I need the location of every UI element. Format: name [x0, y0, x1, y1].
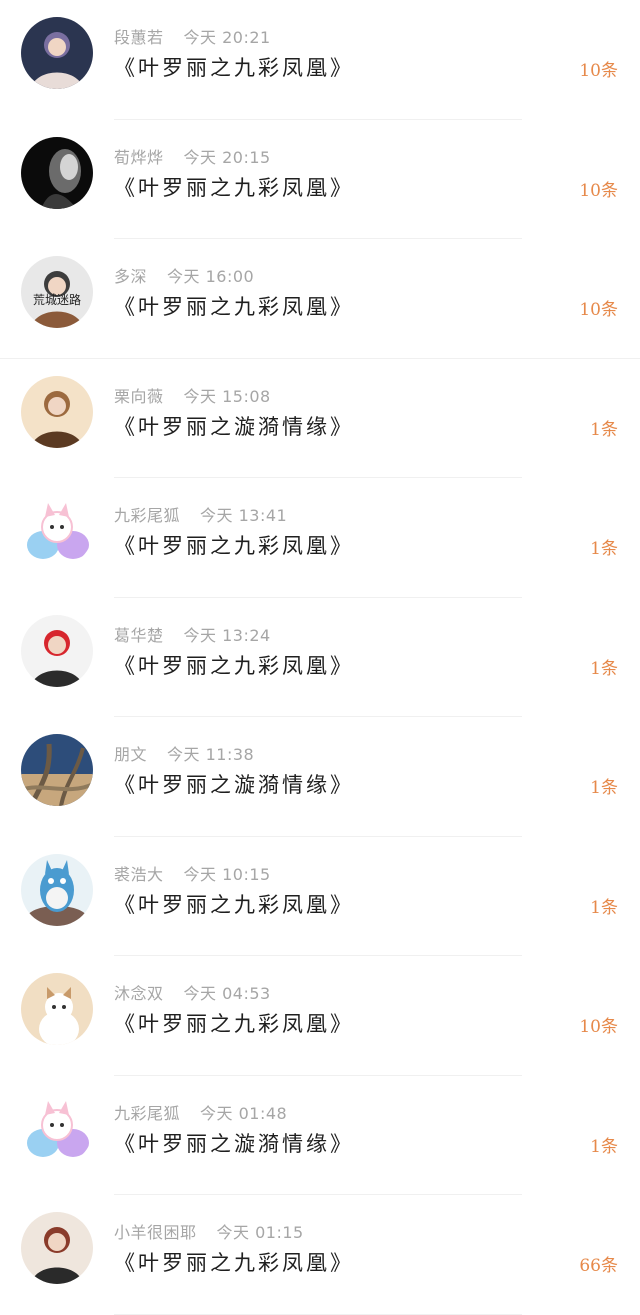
item-meta: 多深 今天 16:00	[114, 263, 254, 287]
list-item[interactable]: 段蕙若 今天 20:21 《叶罗丽之九彩凤凰》 10条	[0, 0, 640, 120]
message-count: 10条	[579, 180, 618, 201]
person-photo-avatar: 荒城迷路	[21, 256, 93, 328]
list-item[interactable]: 九彩尾狐 今天 01:48 《叶罗丽之漩漪情缘》 1条	[0, 1076, 640, 1195]
message-count: 10条	[579, 61, 618, 81]
book-title[interactable]: 《叶罗丽之漩漪情缘》	[114, 1128, 354, 1158]
avatar[interactable]	[21, 853, 93, 926]
timestamp: 今天 15:08	[183, 386, 271, 406]
avatar[interactable]	[21, 136, 93, 209]
message-count: 1条	[590, 1136, 618, 1157]
book-title[interactable]: 《叶罗丽之九彩凤凰》	[114, 650, 354, 680]
dark-portrait-avatar	[21, 136, 93, 209]
timestamp: 今天 20:21	[183, 28, 271, 47]
tree-landscape-avatar	[21, 734, 93, 806]
avatar-caption: 荒城迷路	[33, 292, 81, 307]
timestamp: 今天 13:24	[183, 625, 271, 645]
item-meta: 朋文 今天 11:38	[114, 741, 254, 765]
list-item[interactable]: 荀烨烨 今天 20:15 《叶罗丽之九彩凤凰》 10条	[0, 120, 640, 239]
user-name[interactable]: 九彩尾狐	[114, 1104, 180, 1123]
avatar[interactable]	[21, 17, 93, 89]
user-name[interactable]: 段蕙若	[114, 28, 164, 47]
item-meta: 沐念双 今天 04:53	[114, 980, 271, 1004]
user-name[interactable]: 小羊很困耶	[114, 1223, 197, 1242]
list-item[interactable]: 裘浩大 今天 10:15 《叶罗丽之九彩凤凰》 1条	[0, 837, 640, 956]
fox-avatar	[21, 495, 93, 567]
timestamp: 今天 16:00	[167, 267, 255, 286]
avatar[interactable]	[21, 614, 93, 687]
item-meta: 葛华楚 今天 13:24	[114, 622, 271, 646]
message-count: 1条	[590, 897, 618, 918]
item-meta: 荀烨烨 今天 20:15	[114, 144, 271, 168]
book-title[interactable]: 《叶罗丽之九彩凤凰》	[114, 1247, 354, 1277]
message-count: 1条	[590, 539, 618, 559]
anime-warrior-avatar	[21, 1212, 93, 1284]
user-name[interactable]: 朋文	[114, 745, 147, 764]
anime-girl-avatar	[21, 17, 93, 89]
item-meta: 九彩尾狐 今天 01:48	[114, 1100, 287, 1124]
avatar[interactable]: 荒城迷路	[21, 256, 93, 328]
message-count: 66条	[579, 1256, 618, 1276]
message-count: 10条	[579, 1017, 618, 1037]
book-title[interactable]: 《叶罗丽之九彩凤凰》	[114, 291, 354, 321]
avatar[interactable]	[21, 375, 93, 448]
message-count: 10条	[579, 300, 618, 320]
book-title[interactable]: 《叶罗丽之九彩凤凰》	[114, 889, 354, 919]
timestamp: 今天 01:48	[200, 1103, 288, 1123]
avatar[interactable]	[21, 495, 93, 567]
timestamp: 今天 11:38	[167, 745, 255, 764]
item-meta: 小羊很困耶 今天 01:15	[114, 1219, 304, 1243]
book-title[interactable]: 《叶罗丽之九彩凤凰》	[114, 172, 354, 202]
list-item[interactable]: 荒城迷路 多深 今天 16:00 《叶罗丽之九彩凤凰》 10条	[0, 239, 640, 359]
message-count: 1条	[590, 778, 618, 798]
message-count: 1条	[590, 658, 618, 679]
list-item[interactable]: 九彩尾狐 今天 13:41 《叶罗丽之九彩凤凰》 1条	[0, 478, 640, 598]
divider	[114, 1313, 522, 1315]
timestamp: 今天 13:41	[200, 506, 288, 525]
user-name[interactable]: 多深	[114, 267, 147, 286]
book-title[interactable]: 《叶罗丽之漩漪情缘》	[114, 769, 354, 799]
list-item[interactable]: 朋文 今天 11:38 《叶罗丽之漩漪情缘》 1条	[0, 717, 640, 837]
book-title[interactable]: 《叶罗丽之九彩凤凰》	[114, 530, 354, 560]
user-name[interactable]: 裘浩大	[114, 865, 164, 884]
message-count: 1条	[590, 419, 618, 440]
item-meta: 九彩尾狐 今天 13:41	[114, 502, 287, 526]
avatar[interactable]	[21, 973, 93, 1045]
timestamp: 今天 01:15	[216, 1223, 304, 1242]
avatar[interactable]	[21, 1212, 93, 1284]
user-name[interactable]: 九彩尾狐	[114, 506, 180, 525]
red-sweater-girl-avatar	[21, 614, 93, 687]
list-item[interactable]: 小羊很困耶 今天 01:15 《叶罗丽之九彩凤凰》 66条	[0, 1195, 640, 1315]
user-name[interactable]: 葛华楚	[114, 626, 164, 645]
avatar[interactable]	[21, 734, 93, 806]
totoro-avatar	[21, 853, 93, 926]
autumn-girl-avatar	[21, 375, 93, 448]
timestamp: 今天 10:15	[183, 864, 271, 884]
list-item[interactable]: 沐念双 今天 04:53 《叶罗丽之九彩凤凰》 10条	[0, 956, 640, 1076]
user-name[interactable]: 栗向薇	[114, 387, 164, 406]
book-title[interactable]: 《叶罗丽之九彩凤凰》	[114, 1008, 354, 1038]
avatar[interactable]	[21, 1092, 93, 1165]
timestamp: 今天 20:15	[183, 147, 271, 167]
item-meta: 裘浩大 今天 10:15	[114, 861, 271, 885]
user-name[interactable]: 荀烨烨	[114, 148, 164, 167]
list-item[interactable]: 栗向薇 今天 15:08 《叶罗丽之漩漪情缘》 1条	[0, 359, 640, 478]
cat-avatar	[21, 973, 93, 1045]
list-item[interactable]: 葛华楚 今天 13:24 《叶罗丽之九彩凤凰》 1条	[0, 598, 640, 717]
book-title[interactable]: 《叶罗丽之漩漪情缘》	[114, 411, 354, 441]
item-meta: 栗向薇 今天 15:08	[114, 383, 271, 407]
item-meta: 段蕙若 今天 20:21	[114, 24, 271, 48]
user-name[interactable]: 沐念双	[114, 984, 164, 1003]
fox-avatar	[21, 1092, 93, 1165]
timestamp: 今天 04:53	[183, 984, 271, 1003]
message-list: 段蕙若 今天 20:21 《叶罗丽之九彩凤凰》 10条 荀烨烨 今天 20:15 《叶罗丽之…	[0, 0, 640, 1315]
book-title[interactable]: 《叶罗丽之九彩凤凰》	[114, 52, 354, 82]
